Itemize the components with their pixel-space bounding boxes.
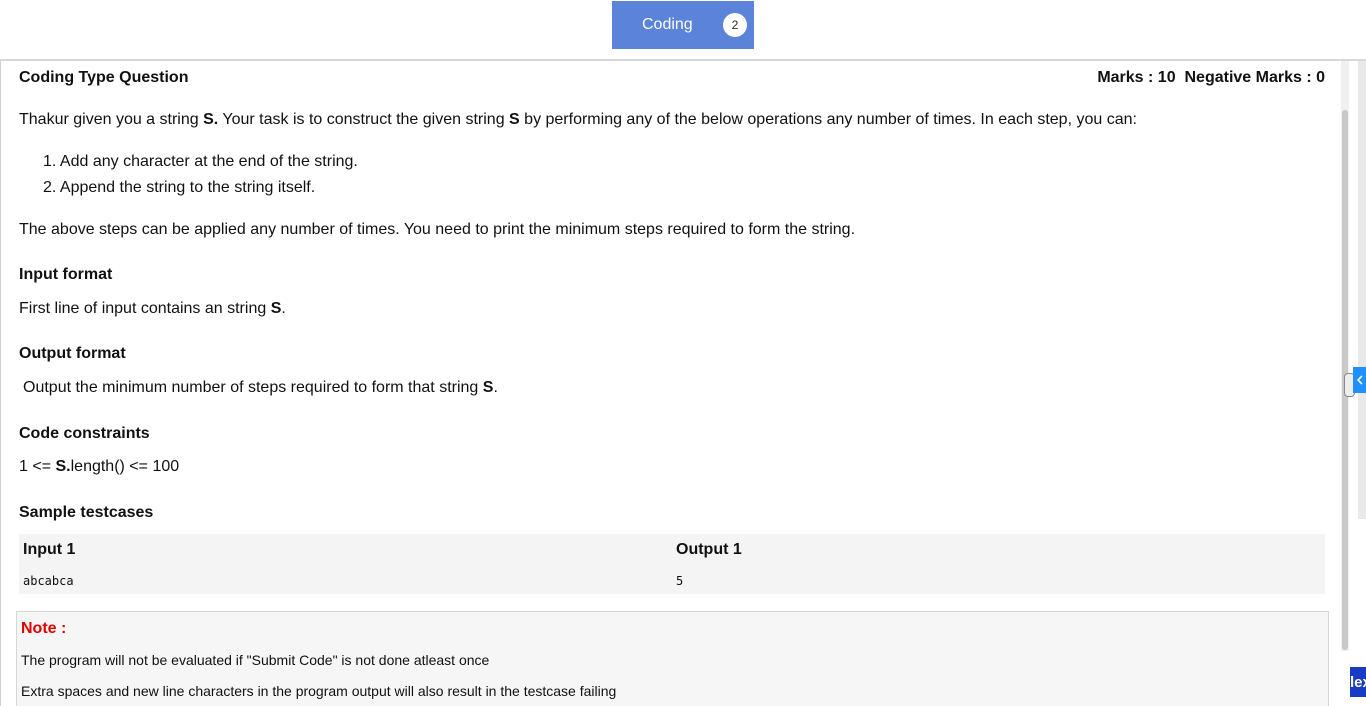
next-button-label: lex: [1350, 673, 1366, 691]
tab-coding-label: Coding: [642, 16, 693, 33]
constraints-pre: 1 <=: [19, 458, 56, 475]
constraints-post: length() <= 100: [70, 458, 180, 475]
sample-testcases-heading: Sample testcases: [19, 504, 154, 521]
input-format-text: First line of input contains an string S…: [19, 300, 286, 318]
input-format-heading: Input format: [19, 266, 113, 283]
statement-text-3: by performing any of the below operation…: [519, 111, 1137, 128]
note-title: Note :: [21, 620, 67, 637]
sample-output-value: 5: [676, 574, 684, 588]
sample-output-header: Output 1: [676, 541, 742, 558]
problem-statement: Thakur given you a string S. Your task i…: [19, 111, 1137, 129]
marks-label: Marks : 10: [1097, 69, 1176, 86]
sample-input-header: Input 1: [23, 541, 76, 558]
note-box: Note : The program will not be evaluated…: [16, 611, 1329, 706]
constraints-text: 1 <= S.length() <= 100: [19, 458, 179, 476]
question-header: Coding Type Question Marks : 10 Negative…: [19, 69, 1325, 89]
next-button[interactable]: lex: [1350, 667, 1366, 697]
constraints-heading: Code constraints: [19, 425, 150, 442]
statement-text-2: Your task is to construct the given stri…: [218, 111, 510, 128]
note-line-2: Extra spaces and new line characters in …: [21, 683, 617, 699]
output-format-pre: Output the minimum number of steps requi…: [23, 379, 483, 396]
operation-item-2: 2. Append the string to the string itsel…: [43, 179, 316, 196]
input-format-post: .: [281, 300, 286, 317]
statement-text-1: Thakur given you a string: [19, 111, 204, 128]
problem-summary: The above steps can be applied any numbe…: [19, 221, 856, 238]
statement-var-2: S: [509, 111, 520, 128]
sample-testcase-table: Input 1 Output 1 abcabca 5: [19, 534, 1325, 594]
statement-var-1: S.: [203, 111, 219, 128]
input-format-var: S: [270, 300, 282, 317]
negative-marks-label: Negative Marks : 0: [1184, 69, 1325, 86]
note-line-1: The program will not be evaluated if "Su…: [21, 652, 490, 668]
chevron-left-icon[interactable]: [1353, 367, 1366, 393]
input-format-pre: First line of input contains an string: [19, 300, 271, 317]
right-panel-scrollbar[interactable]: [1358, 61, 1366, 519]
question-type-label: Coding Type Question: [19, 69, 189, 86]
tab-coding[interactable]: Coding 2: [612, 1, 754, 49]
output-format-post: .: [493, 379, 498, 396]
output-format-var: S: [482, 379, 494, 396]
section-tabs-bar: Coding 2: [0, 0, 1366, 61]
sample-input-value: abcabca: [23, 574, 74, 588]
tab-coding-count-badge: 2: [723, 13, 747, 37]
output-format-text: Output the minimum number of steps requi…: [23, 379, 498, 397]
operation-item-1: 1. Add any character at the end of the s…: [43, 153, 358, 170]
constraints-var: S.: [55, 458, 71, 475]
marks-info: Marks : 10 Negative Marks : 0: [1097, 69, 1325, 87]
output-format-heading: Output format: [19, 345, 126, 362]
question-panel: Coding Type Question Marks : 10 Negative…: [0, 61, 1349, 706]
